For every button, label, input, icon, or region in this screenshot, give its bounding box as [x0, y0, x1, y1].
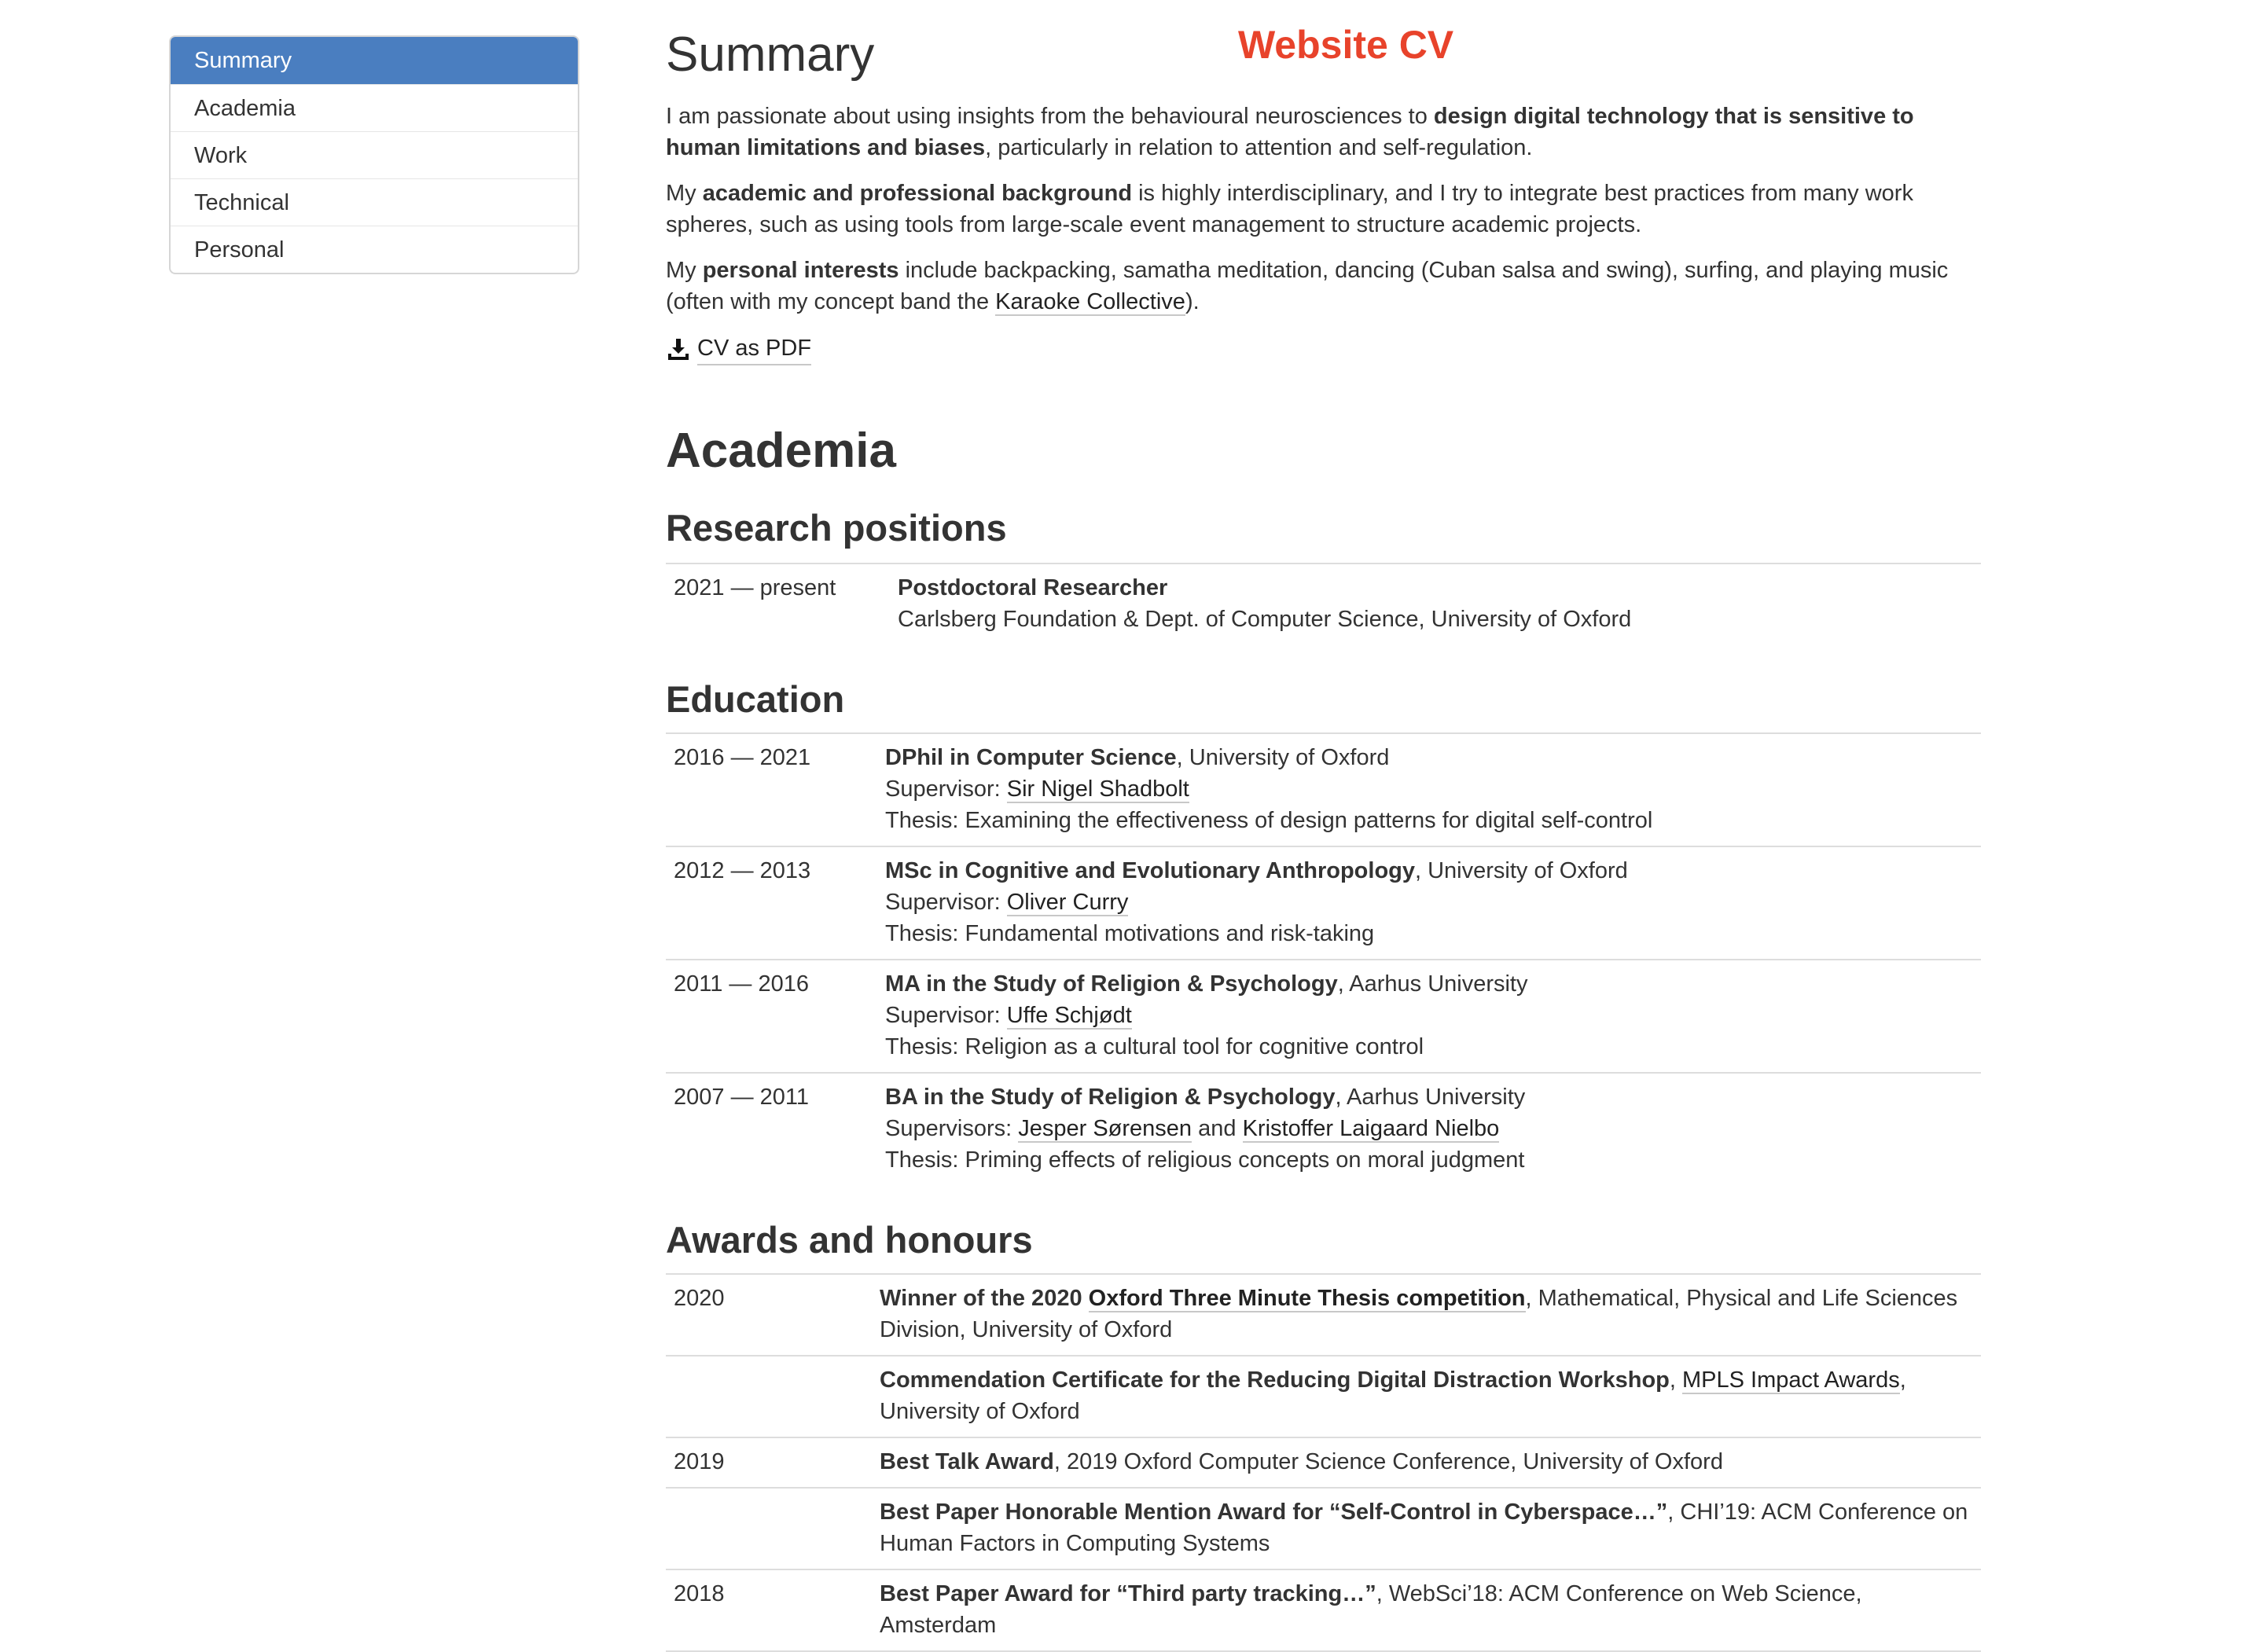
award-name: Best Paper Award for “Third party tracki… — [880, 1581, 1376, 1606]
text: , particularly in relation to attention … — [985, 135, 1533, 160]
row-date: 2018 — [674, 1581, 725, 1606]
row-date: 2016 — 2021 — [674, 745, 811, 770]
bold-text: academic and professional background — [702, 181, 1133, 206]
row-description: BA in the Study of Religion & Psychology… — [885, 1081, 1981, 1176]
row-date — [666, 1496, 880, 1559]
row-description: MA in the Study of Religion & Psychology… — [885, 968, 1981, 1063]
summary-paragraph-3: My personal interests include backpackin… — [666, 255, 1981, 318]
award-name: Commendation Certificate for the Reducin… — [880, 1367, 1670, 1393]
institution: , Aarhus University — [1335, 1085, 1526, 1110]
supervisor-link[interactable]: Uffe Schjødt — [1006, 1003, 1132, 1030]
table-row: 2018 Best Paper Award for “Third party t… — [666, 1570, 1981, 1652]
summary-title: Summary — [666, 28, 875, 82]
supervisor-label: Supervisor: — [885, 776, 1007, 802]
institution: , Aarhus University — [1337, 971, 1528, 997]
text: My — [666, 181, 703, 206]
text: My — [666, 258, 703, 283]
row-description: MSc in Cognitive and Evolutionary Anthro… — [885, 855, 1981, 949]
degree: MA in the Study of Religion & Psychology — [885, 971, 1338, 997]
table-row: 2007 — 2011 BA in the Study of Religion … — [666, 1074, 1981, 1185]
supervisor-link[interactable]: Sir Nigel Shadbolt — [1006, 776, 1189, 803]
main-content: Summary I am passionate about using insi… — [666, 24, 1981, 1652]
supervisor-label: Supervisors: — [885, 1116, 1019, 1141]
cv-pdf-link[interactable]: CV as PDF — [697, 332, 812, 365]
table-row: Best Paper Honorable Mention Award for “… — [666, 1489, 1981, 1570]
bold-text: personal interests — [702, 258, 899, 283]
institution: , University of Oxford — [1415, 858, 1628, 883]
degree: DPhil in Computer Science — [885, 745, 1177, 770]
award-name: Best Talk Award — [880, 1449, 1054, 1474]
nav-item-technical[interactable]: Technical — [171, 178, 578, 226]
oxford-3mt-link[interactable]: Oxford Three Minute Thesis competition — [1088, 1286, 1526, 1312]
text: I am passionate about using insights fro… — [666, 104, 1434, 129]
thesis: Thesis: Fundamental motivations and risk… — [885, 921, 1375, 946]
nav-item-academia[interactable]: Academia — [171, 84, 578, 131]
row-description: Postdoctoral Researcher Carlsberg Founda… — [898, 572, 1981, 635]
sidebar-nav: Summary Academia Work Technical Personal — [169, 35, 579, 274]
and-text: and — [1192, 1116, 1243, 1141]
summary-paragraph-1: I am passionate about using insights fro… — [666, 101, 1981, 163]
table-row: 2012 — 2013 MSc in Cognitive and Evoluti… — [666, 847, 1981, 960]
row-description: DPhil in Computer Science, University of… — [885, 742, 1981, 836]
table-row: Commendation Certificate for the Reducin… — [666, 1356, 1981, 1438]
mpls-impact-awards-link[interactable]: MPLS Impact Awards — [1682, 1367, 1900, 1394]
separator: , — [1669, 1367, 1683, 1393]
supervisor-link[interactable]: Jesper Sørensen — [1018, 1116, 1192, 1143]
cv-pdf-row: CV as PDF — [666, 333, 1981, 365]
org: Carlsberg Foundation & Dept. of Computer… — [898, 607, 1632, 632]
row-description: Winner of the 2020 Oxford Three Minute T… — [880, 1283, 1981, 1345]
row-description: Best Talk Award, 2019 Oxford Computer Sc… — [880, 1446, 1981, 1478]
thesis: Thesis: Religion as a cultural tool for … — [885, 1034, 1424, 1059]
degree: BA in the Study of Religion & Psychology — [885, 1085, 1336, 1110]
award-name: Winner of the 2020 — [880, 1286, 1089, 1311]
row-date: 2012 — 2013 — [674, 858, 811, 883]
summary-paragraph-2: My academic and professional background … — [666, 178, 1981, 240]
row-date: 2007 — 2011 — [674, 1085, 809, 1110]
row-description: Commendation Certificate for the Reducin… — [880, 1364, 1981, 1427]
table-row: 2011 — 2016 MA in the Study of Religion … — [666, 960, 1981, 1074]
research-table: 2021 — present Postdoctoral Researcher C… — [666, 563, 1981, 644]
nav-item-summary[interactable]: Summary — [171, 37, 578, 84]
award-detail: , 2019 Oxford Computer Science Conferenc… — [1053, 1449, 1723, 1474]
academia-title: Academia — [666, 424, 896, 478]
education-table: 2016 — 2021 DPhil in Computer Science, U… — [666, 732, 1981, 1185]
institution: , University of Oxford — [1176, 745, 1390, 770]
nav-item-work[interactable]: Work — [171, 131, 578, 178]
thesis: Thesis: Examining the effectiveness of d… — [885, 808, 1653, 833]
supervisor-label: Supervisor: — [885, 1003, 1007, 1028]
row-date: 2011 — 2016 — [674, 971, 809, 997]
awards-table: 2020 Winner of the 2020 Oxford Three Min… — [666, 1273, 1981, 1652]
table-row: 2016 — 2021 DPhil in Computer Science, U… — [666, 734, 1981, 847]
supervisor-label: Supervisor: — [885, 890, 1007, 915]
download-icon — [668, 339, 689, 360]
degree: MSc in Cognitive and Evolutionary Anthro… — [885, 858, 1415, 883]
research-positions-title: Research positions — [666, 507, 1007, 549]
supervisor-link-2[interactable]: Kristoffer Laigaard Nielbo — [1242, 1116, 1500, 1143]
education-title: Education — [666, 678, 845, 720]
row-date: 2019 — [674, 1449, 725, 1474]
row-date: 2020 — [674, 1286, 725, 1311]
text: ). — [1185, 289, 1200, 314]
award-name: Best Paper Honorable Mention Award for “… — [880, 1500, 1668, 1525]
table-row: 2019 Best Talk Award, 2019 Oxford Comput… — [666, 1438, 1981, 1489]
role: Postdoctoral Researcher — [898, 575, 1168, 600]
table-row: 2020 Winner of the 2020 Oxford Three Min… — [666, 1275, 1981, 1356]
thesis: Thesis: Priming effects of religious con… — [885, 1147, 1525, 1173]
table-row: 2021 — present Postdoctoral Researcher C… — [666, 564, 1981, 644]
row-date: 2021 — present — [674, 575, 836, 600]
karaoke-collective-link[interactable]: Karaoke Collective — [995, 289, 1185, 316]
row-description: Best Paper Award for “Third party tracki… — [880, 1578, 1981, 1641]
row-date — [666, 1364, 880, 1427]
row-description: Best Paper Honorable Mention Award for “… — [880, 1496, 1981, 1559]
nav-item-personal[interactable]: Personal — [171, 226, 578, 273]
supervisor-link[interactable]: Oliver Curry — [1006, 890, 1129, 916]
awards-title: Awards and honours — [666, 1219, 1033, 1261]
